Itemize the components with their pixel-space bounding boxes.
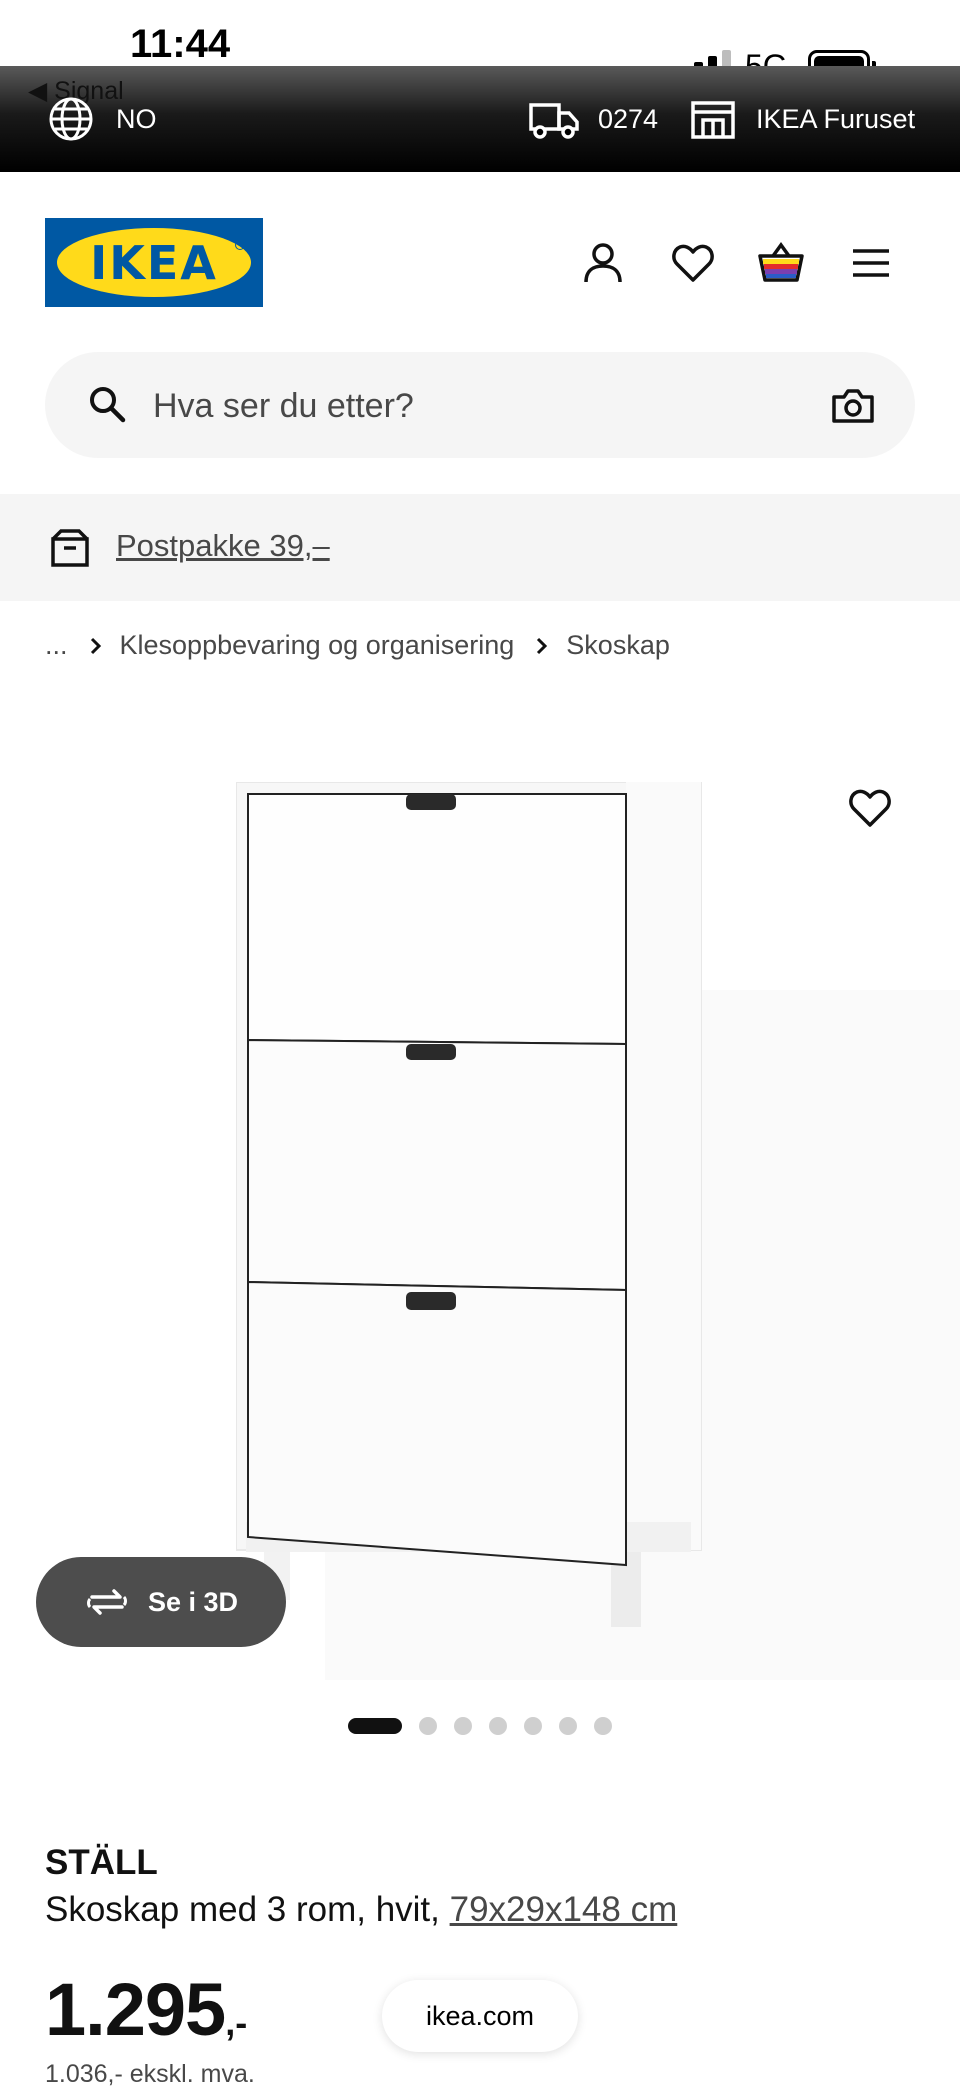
view-in-3d-button[interactable]: Se i 3D [36,1557,286,1647]
menu-icon[interactable] [850,240,892,286]
carousel-dot[interactable] [594,1717,612,1735]
carousel-dot[interactable] [524,1717,542,1735]
price-suffix: ,- [225,2002,248,2043]
image-carousel-indicator [0,1717,960,1735]
browser-address-pill[interactable]: ikea.com [382,1980,578,2052]
breadcrumb-item-clothes-storage[interactable]: Klesoppbevaring og organisering [120,630,515,661]
chevron-right-icon [90,637,102,655]
breadcrumb-item-shoe-cabinets[interactable]: Skoskap [566,630,670,661]
search-input[interactable] [151,378,755,434]
product-name: STÄLL [45,1843,158,1882]
profile-icon[interactable] [580,240,626,286]
add-to-favourites-heart-icon[interactable] [848,788,892,828]
status-time: 11:44 [130,22,231,66]
basket-icon[interactable] [757,240,805,286]
carousel-dot-active[interactable] [348,1718,402,1734]
product-type: Skoskap med 3 rom, hvit, [45,1890,450,1929]
selected-store[interactable]: IKEA Furuset [756,104,915,135]
product-price: 1.295,- [45,1967,247,2052]
carousel-dot[interactable] [419,1717,437,1735]
carousel-dot[interactable] [489,1717,507,1735]
product-image-gallery[interactable]: Se i 3D [0,700,960,1680]
camera-search-icon[interactable] [831,388,875,424]
location-bar: ◀ Signal NO 0274 IKEA Furuset [0,66,960,172]
price-main: 1.295 [45,1968,226,2051]
site-header: IKEA [0,172,960,332]
search-bar [45,352,915,458]
globe-icon[interactable] [48,96,94,142]
store-icon[interactable] [690,100,736,140]
product-dimensions-link[interactable]: 79x29x148 cm [450,1890,678,1929]
parcel-icon [51,529,89,567]
shipping-promo-link[interactable]: Postpakke 39,– [116,528,330,564]
rotate-3d-icon [86,1589,127,1615]
shipping-promo-banner: Postpakke 39,– [0,494,960,601]
ikea-logo[interactable]: IKEA [45,218,263,307]
heart-icon[interactable] [670,240,716,286]
chevron-right-icon [536,637,548,655]
delivery-postcode[interactable]: 0274 [598,104,658,135]
product-description: Skoskap med 3 rom, hvit, 79x29x148 cm [45,1890,677,1930]
status-bar: 11:44 5G [0,0,960,84]
search-icon[interactable] [87,384,127,424]
product-image[interactable] [236,782,706,1657]
delivery-truck-icon[interactable] [528,100,580,140]
view-in-3d-label: Se i 3D [147,1586,239,1617]
carousel-dot[interactable] [454,1717,472,1735]
country-selector[interactable]: NO [116,104,157,135]
logo-wordmark: IKEA [90,236,218,290]
breadcrumb-ellipsis[interactable]: ... [45,630,68,661]
carousel-dot[interactable] [559,1717,577,1735]
price-ex-vat: 1.036,- ekskl. mva. [45,2060,255,2088]
breadcrumb: ... Klesoppbevaring og organisering Skos… [45,630,670,661]
